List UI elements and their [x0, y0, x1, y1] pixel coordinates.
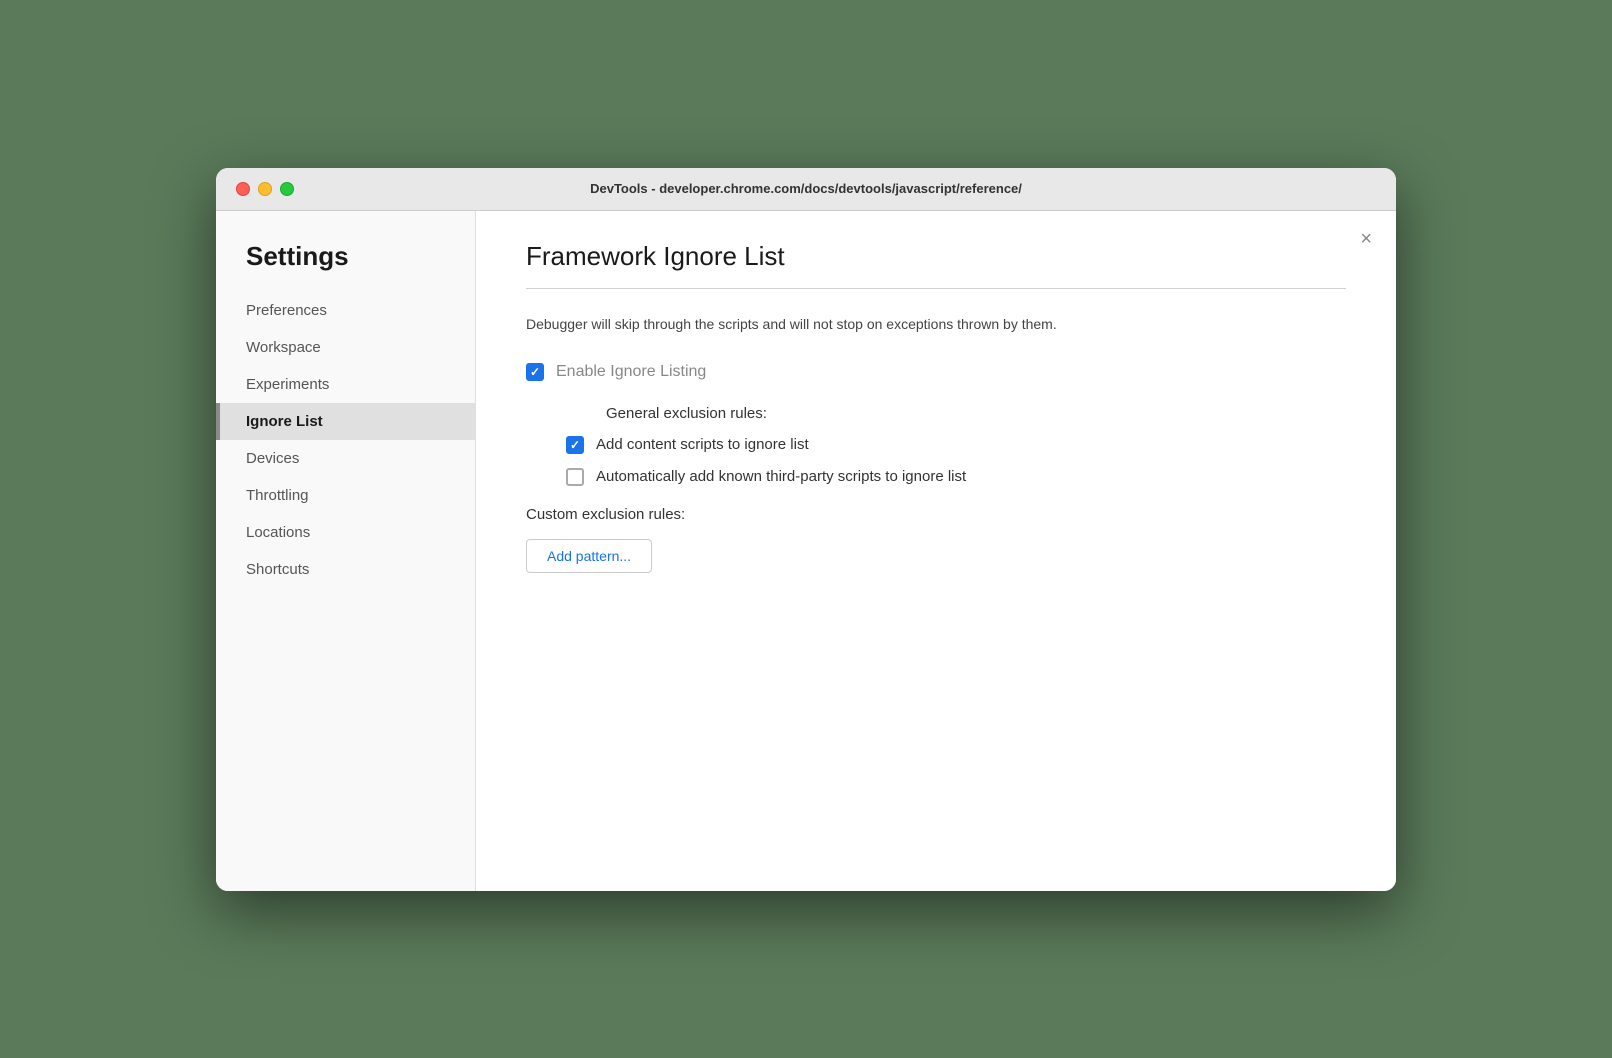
sidebar-item-label: Preferences — [246, 302, 327, 319]
sidebar-item-devices[interactable]: Devices — [216, 440, 475, 477]
section-description: Debugger will skip through the scripts a… — [526, 313, 1286, 335]
sidebar-item-preferences[interactable]: Preferences — [216, 292, 475, 329]
custom-exclusion-title: Custom exclusion rules: — [526, 506, 1346, 523]
sidebar-item-locations[interactable]: Locations — [216, 514, 475, 551]
custom-exclusion-group: Custom exclusion rules: Add pattern... — [526, 506, 1346, 573]
add-pattern-button[interactable]: Add pattern... — [526, 539, 652, 573]
browser-title: DevTools - developer.chrome.com/docs/dev… — [590, 181, 1022, 196]
enable-ignore-listing-label[interactable]: ✓ Enable Ignore Listing — [526, 363, 1346, 381]
general-exclusion-group: General exclusion rules: ✓ Add content s… — [566, 405, 1346, 486]
add-content-scripts-checkbox[interactable]: ✓ — [566, 436, 584, 454]
sidebar-item-throttling[interactable]: Throttling — [216, 477, 475, 514]
add-content-scripts-text: Add content scripts to ignore list — [596, 436, 809, 453]
maximize-traffic-light[interactable] — [280, 182, 294, 196]
sidebar-item-shortcuts[interactable]: Shortcuts — [216, 551, 475, 588]
checkmark-icon: ✓ — [530, 366, 540, 378]
sidebar-item-workspace[interactable]: Workspace — [216, 329, 475, 366]
sidebar-item-label: Devices — [246, 450, 299, 467]
sidebar-item-label: Shortcuts — [246, 561, 309, 578]
auto-add-third-party-checkbox[interactable] — [566, 468, 584, 486]
enable-ignore-listing-text: Enable Ignore Listing — [556, 363, 706, 381]
settings-layout: Settings Preferences Workspace Experimen… — [216, 211, 1396, 891]
auto-add-third-party-text: Automatically add known third-party scri… — [596, 468, 966, 485]
sidebar-item-experiments[interactable]: Experiments — [216, 366, 475, 403]
main-content: × Framework Ignore List Debugger will sk… — [476, 211, 1396, 891]
title-bar: DevTools - developer.chrome.com/docs/dev… — [216, 168, 1396, 211]
sidebar-item-label: Locations — [246, 524, 310, 541]
sidebar-item-label: Experiments — [246, 376, 329, 393]
sidebar-item-label: Workspace — [246, 339, 321, 356]
sidebar: Settings Preferences Workspace Experimen… — [216, 211, 476, 891]
sidebar-item-label: Throttling — [246, 487, 309, 504]
browser-window: DevTools - developer.chrome.com/docs/dev… — [216, 168, 1396, 891]
window-content: Settings Preferences Workspace Experimen… — [216, 211, 1396, 891]
section-divider — [526, 288, 1346, 289]
enable-ignore-listing-group: ✓ Enable Ignore Listing — [526, 363, 1346, 381]
settings-close-button[interactable]: × — [1360, 229, 1372, 249]
minimize-traffic-light[interactable] — [258, 182, 272, 196]
general-exclusion-title: General exclusion rules: — [606, 405, 1346, 422]
enable-ignore-listing-checkbox[interactable]: ✓ — [526, 363, 544, 381]
sidebar-item-label: Ignore List — [246, 413, 323, 430]
sidebar-title: Settings — [216, 241, 475, 292]
sidebar-item-ignore-list[interactable]: Ignore List — [216, 403, 475, 440]
checkmark-icon: ✓ — [570, 439, 580, 451]
traffic-lights — [236, 182, 294, 196]
close-traffic-light[interactable] — [236, 182, 250, 196]
auto-add-third-party-label[interactable]: Automatically add known third-party scri… — [566, 468, 1346, 486]
section-title: Framework Ignore List — [526, 241, 1346, 272]
add-content-scripts-label[interactable]: ✓ Add content scripts to ignore list — [566, 436, 1346, 454]
